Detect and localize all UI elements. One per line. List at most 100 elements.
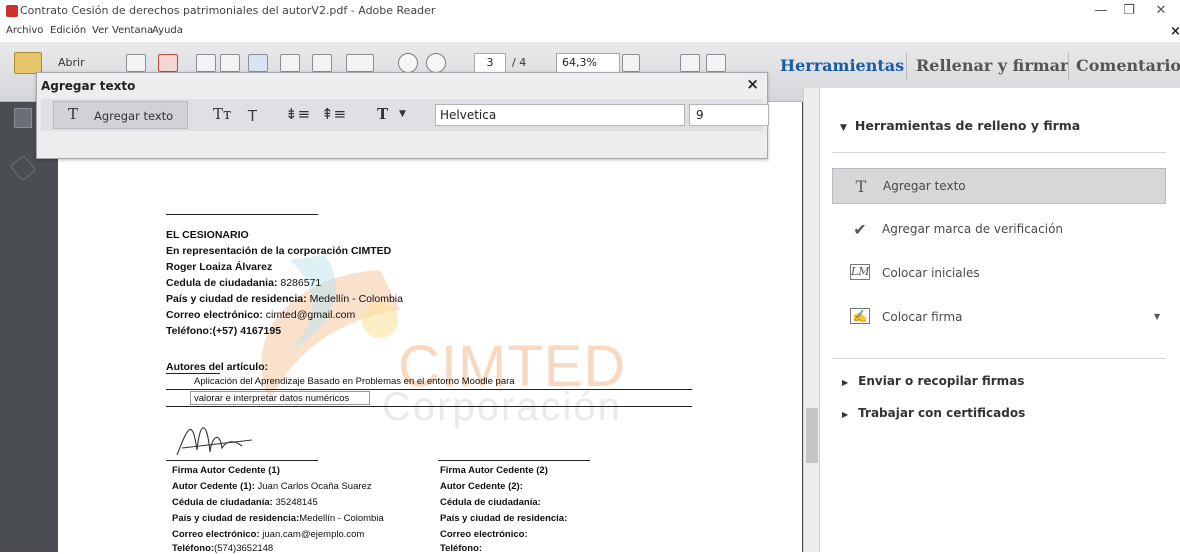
tab-rellenar-y-firmar[interactable]: Rellenar y firmar <box>910 48 1074 84</box>
menu-bar: Archivo Edición Ver Ventana Ayuda × <box>0 22 1180 42</box>
author1-cedula-label: Cédula de ciudadanía: <box>172 497 273 508</box>
author1-author-value: Juan Carlos Ocaña Suarez <box>257 481 372 492</box>
cedula-label: Cedula de ciudadania: <box>166 277 278 289</box>
author2-author-label: Autor Cedente (2): <box>440 481 523 492</box>
save-icon[interactable] <box>248 54 268 72</box>
dropdown-arrow-icon[interactable]: ▼ <box>1154 312 1160 321</box>
tab-herramientas[interactable]: Herramientas <box>774 48 910 84</box>
print-icon[interactable] <box>280 54 300 72</box>
menu-ayuda[interactable]: Ayuda <box>152 25 183 36</box>
author1-author-label: Autor Cedente (1): <box>172 481 255 492</box>
text-icon: T <box>68 105 79 123</box>
text-color-icon[interactable]: T <box>377 105 388 123</box>
tool-label: Colocar firma <box>882 310 963 324</box>
phone-value: (+57) 4167195 <box>212 325 282 337</box>
zoom-dropdown-icon[interactable] <box>622 54 640 72</box>
author1-cedula-value: 35248145 <box>275 497 318 508</box>
article-underline-1 <box>166 389 692 390</box>
tab-separator <box>906 52 907 80</box>
increase-font-size-icon[interactable]: Ｔ <box>245 105 260 126</box>
close-document-icon[interactable]: × <box>1170 24 1180 39</box>
add-text-toolbar: T Agregar texto Tт Ｔ ⇟≡ ⇞≡ T ▼ Helvetica… <box>41 99 769 131</box>
sign-icon[interactable] <box>220 54 240 72</box>
author1-email-label: Correo electrónico: <box>172 529 260 540</box>
window-title: Contrato Cesión de derechos patrimoniale… <box>20 4 436 17</box>
tab-comentario[interactable]: Comentario <box>1070 48 1180 84</box>
tool-colocar-firma[interactable]: ✍ Colocar firma ▼ <box>832 300 1166 336</box>
section-send-label: Enviar o recopilar firmas <box>858 374 1025 388</box>
vertical-scrollbar[interactable] <box>803 88 819 552</box>
font-select[interactable]: Helvetica <box>435 104 685 126</box>
email-value: cimted@gmail.com <box>265 309 356 321</box>
scrollbar-thumb[interactable] <box>806 408 818 463</box>
text-icon: T <box>855 177 867 196</box>
author2-phone-label: Teléfono: <box>440 543 483 554</box>
zoom-input[interactable]: 64,3% <box>556 53 620 73</box>
author1-residence-value: Medellín - Colombia <box>299 513 384 524</box>
create-pdf-icon[interactable] <box>126 54 146 72</box>
close-window-button[interactable]: ✕ <box>1144 2 1178 20</box>
menu-ventana[interactable]: Ventana <box>112 25 153 36</box>
page-thumbnails-icon[interactable] <box>14 108 32 128</box>
section-fill-sign-tools[interactable]: ▼ Herramientas de relleno y firma <box>840 118 1080 133</box>
expanded-arrow-icon: ▼ <box>840 123 847 133</box>
increase-line-spacing-icon[interactable]: ⇞≡ <box>321 105 346 123</box>
menu-edicion[interactable]: Edición <box>50 25 86 36</box>
checkmark-icon: ✔ <box>853 220 867 239</box>
initials-icon: LM <box>850 264 870 280</box>
author1-signature-line <box>166 460 318 461</box>
author1-phone-value: (574)3652148 <box>214 543 274 554</box>
cesionario-heading: EL CESIONARIO <box>166 229 249 241</box>
select-tool-icon[interactable] <box>680 54 700 72</box>
close-icon[interactable]: × <box>746 75 759 93</box>
author1-phone-label: Teléfono: <box>172 543 215 554</box>
add-text-panel: Agregar texto × T Agregar texto Tт Ｔ ⇟≡ … <box>36 72 769 159</box>
share-icon[interactable] <box>196 54 216 72</box>
signature-icon: ✍ <box>850 308 870 324</box>
acrobat-icon[interactable] <box>158 54 178 72</box>
attachment-icon[interactable] <box>9 154 37 182</box>
next-page-button[interactable] <box>426 53 446 73</box>
decrease-font-size-icon[interactable]: Tт <box>213 105 231 123</box>
font-size-select[interactable]: 9 <box>689 104 769 126</box>
section-certificates-label: Trabajar con certificados <box>858 406 1026 420</box>
previous-page-button[interactable] <box>398 53 418 73</box>
email-label: Correo electrónico: <box>166 309 263 321</box>
open-label[interactable]: Abrir <box>58 56 85 69</box>
author1-residence-label: País y ciudad de residencia: <box>172 513 300 524</box>
add-text-tool-label: Agregar texto <box>94 109 174 123</box>
article-title-line1[interactable]: Aplicación del Aprendizaje Basado en Pro… <box>194 376 515 387</box>
tools-pane: ▼ Herramientas de relleno y firma T Agreg… <box>819 88 1180 552</box>
tool-colocar-iniciales[interactable]: LM Colocar iniciales <box>832 256 1166 292</box>
comment-icon[interactable] <box>346 54 374 72</box>
tool-agregar-marca[interactable]: ✔ Agregar marca de verificación <box>832 212 1166 248</box>
author2-email-label: Correo electrónico: <box>440 529 528 540</box>
menu-archivo[interactable]: Archivo <box>6 25 43 36</box>
hand-tool-icon[interactable] <box>706 54 726 72</box>
restore-button[interactable]: ❐ <box>1112 2 1146 20</box>
add-text-tool-button[interactable]: T Agregar texto <box>53 101 188 129</box>
color-dropdown-icon[interactable]: ▼ <box>399 109 406 119</box>
email-icon[interactable] <box>312 54 332 72</box>
left-navigation-pane <box>0 102 46 552</box>
page-number-input[interactable]: 3 <box>474 53 506 73</box>
cesionario-name: Roger Loaiza Álvarez <box>166 261 273 273</box>
folder-open-icon[interactable] <box>14 52 42 74</box>
add-text-panel-title[interactable]: Agregar texto <box>41 79 135 93</box>
text-field-box[interactable] <box>190 391 370 405</box>
author1-heading: Firma Autor Cedente (1) <box>172 465 280 476</box>
author2-cedula-label: Cédula de ciudadanía: <box>440 497 541 508</box>
divider <box>832 152 1166 153</box>
menu-ver[interactable]: Ver <box>92 25 108 36</box>
tool-label: Agregar texto <box>883 179 966 193</box>
author2-signature-line <box>438 460 590 461</box>
tool-agregar-texto[interactable]: T Agregar texto <box>832 168 1166 204</box>
decrease-line-spacing-icon[interactable]: ⇟≡ <box>285 105 310 123</box>
page-total: / 4 <box>512 56 527 69</box>
watermark-subtext: Corporación <box>382 385 622 429</box>
section-certificates[interactable]: ▶ Trabajar con certificados <box>842 406 1025 420</box>
collapsed-arrow-icon: ▶ <box>842 410 849 419</box>
cesionario-line1: En representación de la corporación CIMT… <box>166 245 392 257</box>
section-send-collect-signatures[interactable]: ▶ Enviar o recopilar firmas <box>842 374 1024 388</box>
authors-label: Autores del artículo: <box>166 361 269 373</box>
